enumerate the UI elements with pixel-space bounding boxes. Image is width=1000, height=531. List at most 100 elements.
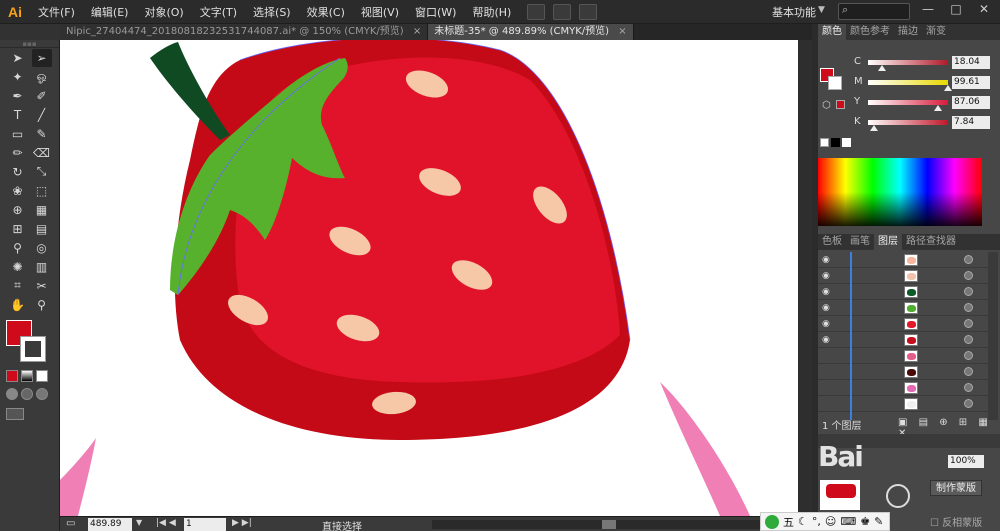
black-slider[interactable]: K 7.84 bbox=[818, 116, 1000, 131]
pencil-tool-icon[interactable]: ✏ bbox=[8, 144, 28, 162]
layer-target-icon[interactable] bbox=[964, 383, 973, 392]
draw-normal-icon[interactable] bbox=[6, 388, 18, 400]
layer-target-icon[interactable] bbox=[964, 351, 973, 360]
visibility-eye-icon[interactable]: ◉ bbox=[822, 271, 830, 281]
moon-icon[interactable]: ☾ bbox=[798, 515, 808, 528]
cyan-value-field[interactable]: 18.04 bbox=[952, 56, 990, 69]
layer-target-icon[interactable] bbox=[964, 287, 973, 296]
sogou-logo-icon[interactable] bbox=[765, 514, 779, 529]
panel-grip[interactable]: ▪▪▪ bbox=[0, 40, 59, 48]
yellow-value-field[interactable]: 87.06 bbox=[952, 96, 990, 109]
tab-layers[interactable]: 图层 bbox=[874, 234, 902, 250]
skin-icon[interactable]: ♚ bbox=[860, 515, 870, 528]
tab-stroke[interactable]: 描边 bbox=[894, 24, 922, 40]
black-swatch[interactable] bbox=[831, 138, 840, 147]
visibility-eye-icon[interactable]: ◉ bbox=[822, 319, 830, 329]
menu-window[interactable]: 窗口(W) bbox=[407, 4, 464, 20]
layer-row[interactable] bbox=[818, 348, 988, 364]
layer-target-icon[interactable] bbox=[964, 271, 973, 280]
black-value-field[interactable]: 7.84 bbox=[952, 116, 990, 129]
slider-thumb[interactable] bbox=[870, 125, 879, 131]
tab-brushes[interactable]: 画笔 bbox=[846, 234, 874, 250]
artboard-tool-icon[interactable]: ⌗ bbox=[8, 277, 28, 295]
slider-thumb[interactable] bbox=[933, 105, 942, 111]
chevron-down-icon[interactable]: ▼ bbox=[818, 5, 825, 15]
eyedropper-tool-icon[interactable]: ⚲ bbox=[8, 239, 28, 257]
tools-icon[interactable]: ✎ bbox=[874, 515, 883, 528]
layer-target-icon[interactable] bbox=[964, 367, 973, 376]
magenta-value-field[interactable]: 99.61 bbox=[952, 76, 990, 89]
none-swatch[interactable] bbox=[820, 138, 829, 147]
layer-row[interactable]: ◉ bbox=[818, 332, 988, 348]
make-mask-button[interactable]: 制作蒙版 bbox=[930, 480, 982, 496]
rectangle-tool-icon[interactable]: ▭ bbox=[8, 125, 28, 143]
free-transform-tool-icon[interactable]: ⬚ bbox=[32, 182, 52, 200]
blend-tool-icon[interactable]: ◎ bbox=[32, 239, 52, 257]
close-icon[interactable]: × bbox=[618, 26, 626, 37]
screen-mode-icon[interactable] bbox=[6, 408, 24, 420]
direct-selection-tool-icon[interactable]: ➢ bbox=[31, 48, 52, 67]
tab-untitled-35[interactable]: 未标题-35* @ 489.89% (CMYK/预览) × bbox=[428, 24, 634, 40]
canvas[interactable] bbox=[60, 40, 812, 516]
warp-tool-icon[interactable]: ❀ bbox=[8, 182, 28, 200]
visibility-eye-icon[interactable]: ◉ bbox=[822, 303, 830, 313]
slider-track[interactable] bbox=[868, 120, 948, 131]
pen-tool-icon[interactable]: ✒ bbox=[8, 87, 28, 105]
stroke-color-swatch[interactable] bbox=[20, 336, 46, 362]
menu-effect[interactable]: 效果(C) bbox=[299, 4, 353, 20]
menu-object[interactable]: 对象(O) bbox=[136, 4, 191, 20]
layer-target-icon[interactable] bbox=[964, 335, 973, 344]
tab-color-guide[interactable]: 颜色参考 bbox=[846, 24, 894, 40]
none-mode-button[interactable] bbox=[36, 370, 48, 382]
slider-track[interactable] bbox=[868, 60, 948, 71]
layers-scrollbar[interactable] bbox=[988, 252, 998, 420]
yellow-slider[interactable]: Y 87.06 bbox=[818, 96, 1000, 111]
layer-row[interactable]: ◉ bbox=[818, 252, 988, 268]
layer-row[interactable] bbox=[818, 380, 988, 396]
hand-tool-icon[interactable]: ✋ bbox=[8, 296, 28, 314]
minimize-button[interactable]: — bbox=[916, 2, 940, 20]
tab-color[interactable]: 颜色 bbox=[818, 24, 846, 40]
layer-row[interactable] bbox=[818, 364, 988, 380]
artboard-number-field[interactable]: 1 bbox=[184, 518, 226, 531]
layer-target-icon[interactable] bbox=[964, 319, 973, 328]
layer-row[interactable]: ◉ bbox=[818, 268, 988, 284]
menu-edit[interactable]: 编辑(E) bbox=[83, 4, 137, 20]
scrollbar-thumb[interactable] bbox=[602, 520, 616, 529]
lasso-tool-icon[interactable]: ஓ bbox=[32, 68, 52, 86]
layer-row[interactable]: ◉ bbox=[818, 300, 988, 316]
eraser-tool-icon[interactable]: ⌫ bbox=[32, 144, 52, 162]
line-tool-icon[interactable]: ╱ bbox=[32, 106, 52, 124]
smile-icon[interactable]: ☺ bbox=[825, 515, 836, 528]
next-artboard-icon[interactable]: ▶ ▶| bbox=[232, 518, 252, 528]
close-icon[interactable]: × bbox=[413, 26, 421, 37]
visibility-eye-icon[interactable]: ◉ bbox=[822, 335, 830, 345]
scale-tool-icon[interactable]: ⤡ bbox=[32, 163, 52, 181]
slice-tool-icon[interactable]: ✂ bbox=[32, 277, 52, 295]
strawberry-artwork[interactable] bbox=[60, 40, 812, 516]
draw-inside-icon[interactable] bbox=[36, 388, 48, 400]
horizontal-scrollbar[interactable] bbox=[432, 520, 792, 529]
cyan-slider[interactable]: C 18.04 bbox=[818, 56, 1000, 71]
color-spectrum[interactable] bbox=[818, 158, 982, 226]
menu-help[interactable]: 帮助(H) bbox=[464, 4, 519, 20]
layer-target-icon[interactable] bbox=[964, 255, 973, 264]
visibility-eye-icon[interactable]: ◉ bbox=[822, 255, 830, 265]
perspective-grid-tool-icon[interactable]: ▦ bbox=[32, 201, 52, 219]
slider-track[interactable] bbox=[868, 100, 948, 111]
paintbrush-tool-icon[interactable]: ✎ bbox=[32, 125, 52, 143]
zoom-menu-icon[interactable]: ▭ bbox=[66, 518, 75, 529]
bridge-button[interactable] bbox=[527, 3, 546, 20]
layer-row[interactable] bbox=[818, 396, 988, 412]
maximize-button[interactable]: □ bbox=[944, 2, 968, 20]
link-icon[interactable] bbox=[886, 484, 910, 508]
zoom-tool-icon[interactable]: ⚲ bbox=[32, 296, 52, 314]
gpu-performance-button[interactable] bbox=[579, 3, 598, 20]
mesh-tool-icon[interactable]: ⊞ bbox=[8, 220, 28, 238]
first-artboard-icon[interactable]: |◀ ◀ bbox=[156, 518, 176, 528]
menu-view[interactable]: 视图(V) bbox=[353, 4, 407, 20]
curvature-tool-icon[interactable]: ✐ bbox=[32, 87, 52, 105]
pink-leaf-right[interactable] bbox=[660, 382, 750, 516]
search-input[interactable] bbox=[838, 3, 910, 20]
white-swatch[interactable] bbox=[842, 138, 851, 147]
